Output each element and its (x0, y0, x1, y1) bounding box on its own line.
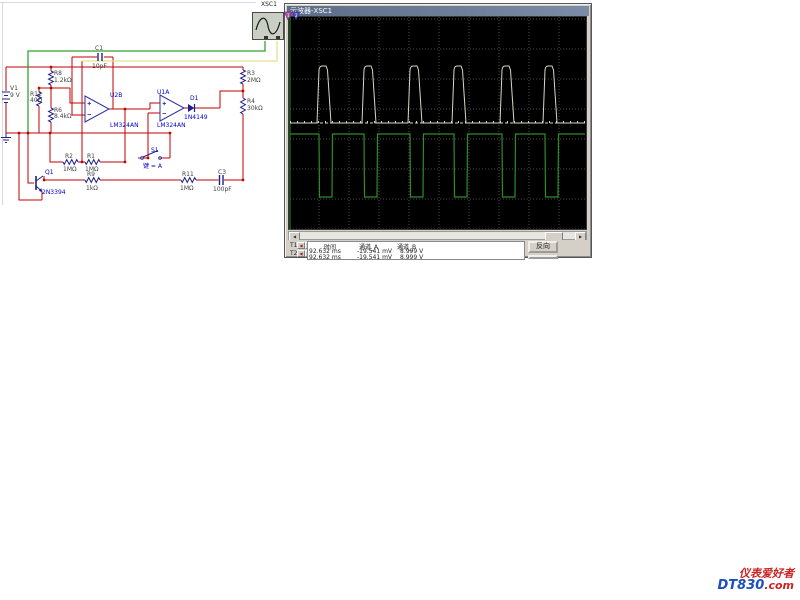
u2b-ref: U2B (110, 92, 122, 99)
t2-channel-b: 8.999 V (400, 254, 423, 260)
r4-val: 30kΩ (247, 105, 263, 112)
c3-val: 100pF (213, 186, 232, 193)
component-labels: V1 9 V R8 1.2kΩ R12 40Ω R6 8.4kΩ C1 10pF… (10, 45, 263, 196)
watermark-tld: .com (764, 579, 794, 592)
r8-val: 1.2kΩ (54, 77, 72, 84)
r6-val: 8.4kΩ (54, 113, 72, 120)
u1a-ref: U1A (157, 89, 170, 96)
t2-left-button[interactable]: ◀ (297, 250, 305, 257)
partial-button[interactable] (528, 255, 558, 259)
watermark-brand: DT830.com (717, 579, 794, 592)
r3-ref: R3 (247, 70, 255, 77)
s1-ref: S1 (151, 147, 159, 154)
r8-ref: R8 (54, 70, 62, 77)
app-canvas: V1 9 V R8 1.2kΩ R12 40Ω R6 8.4kΩ C1 10pF… (0, 0, 800, 600)
r4-ref: R4 (247, 98, 255, 105)
oscilloscope-window: 示波器-XSC1 1 2 ◀ ▶ T1 ◀ ▶ T2 ◀ ▶ 时间 (284, 3, 592, 258)
measurement-table: 时间 通道_A 通道_B 92.632 ms -19.541 mV 8.999 … (307, 241, 525, 260)
battery-symbol[interactable] (2, 92, 10, 103)
waveform-channel-b (290, 134, 585, 197)
oscilloscope-titlebar[interactable]: 示波器-XSC1 (287, 6, 589, 16)
q1-ref: Q1 (45, 169, 54, 176)
t2-channel-a: -19.541 mV (357, 254, 392, 260)
watermark-brand-name: DT830 (717, 578, 764, 593)
s1-key: 键 = A (143, 162, 163, 170)
watermark: 仪表爱好者 DT830.com (717, 568, 794, 592)
c3-ref: C3 (218, 169, 226, 176)
r3-val: 2MΩ (247, 77, 261, 84)
scope-terminal-a[interactable] (264, 36, 268, 39)
waveform-channel-a (290, 66, 585, 123)
invert-button[interactable]: 反向 (528, 241, 558, 253)
diode-d1-symbol[interactable] (188, 104, 195, 112)
r11-val: 1MΩ (180, 185, 194, 192)
scope-terminal-b[interactable] (276, 36, 280, 39)
q1-model: 2N3394 (42, 189, 66, 196)
t2-time: 92.632 ms (309, 254, 341, 260)
r2-val: 1MΩ (63, 166, 77, 173)
r1-ref: R1 (87, 153, 95, 160)
u2b-model: LM324AN (110, 122, 139, 129)
c1-val: 10pF (92, 63, 107, 70)
scope-measurement-panel: T1 ◀ ▶ T2 ◀ ▶ 时间 通道_A 通道_B 92.632 ms -19… (288, 240, 588, 256)
capacitor-c1-symbol[interactable] (98, 53, 102, 61)
c1-ref: C1 (95, 45, 103, 52)
opamp-u1a-symbol[interactable] (160, 95, 184, 121)
u1a-model: LM324AN (157, 122, 186, 129)
d1-ref: D1 (190, 95, 199, 102)
t1-left-button[interactable]: ◀ (297, 242, 305, 249)
r9-ref: R9 (87, 171, 95, 178)
oscilloscope-instrument-icon[interactable] (252, 12, 284, 40)
scope-h-scrollbar[interactable]: ◀ ▶ (288, 231, 587, 240)
scope-cursor-markers[interactable]: 1 2 (283, 11, 305, 23)
d1-model: 1N4149 (184, 114, 208, 121)
r11-ref: R11 (182, 171, 194, 178)
r12-val: 40Ω (30, 97, 43, 104)
r9-val: 1kΩ (86, 185, 98, 192)
instrument-ref-label: XSC1 (261, 1, 277, 8)
v1-val: 9 V (10, 92, 21, 99)
capacitor-c3-symbol[interactable] (220, 175, 224, 185)
opamp-u2b-symbol[interactable] (85, 96, 109, 122)
oscilloscope-display: 1 2 (288, 16, 587, 230)
r2-ref: R2 (65, 153, 73, 160)
v1-ref: V1 (10, 85, 18, 92)
